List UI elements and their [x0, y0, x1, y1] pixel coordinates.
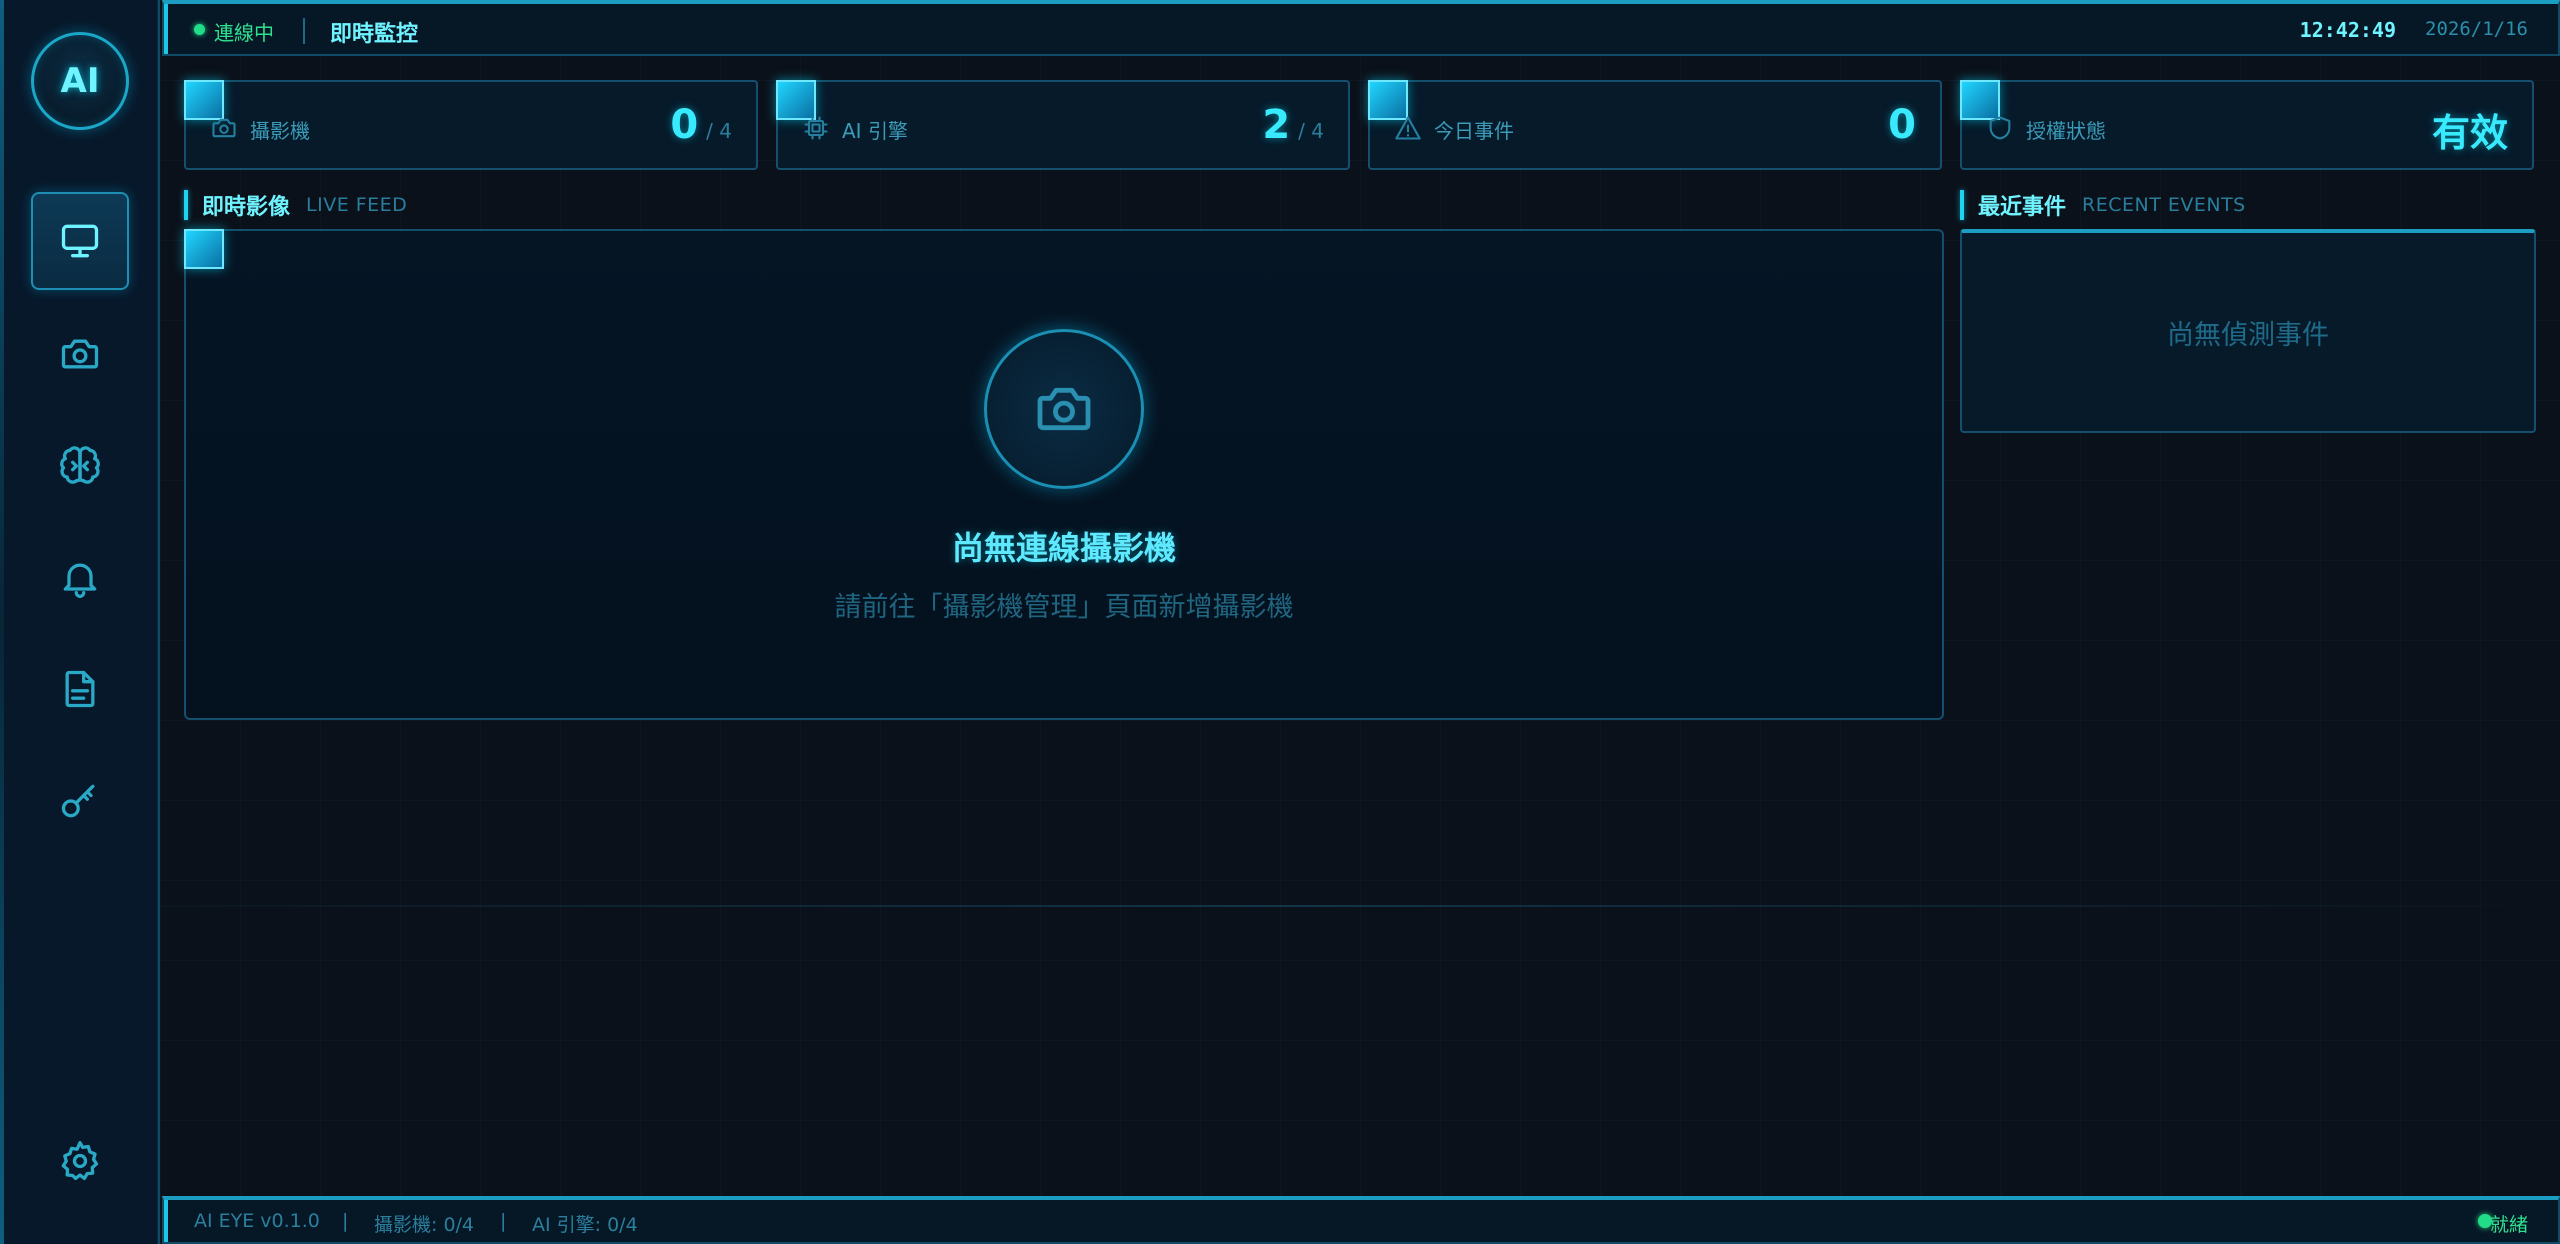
app-logo: AI — [31, 32, 129, 130]
panel-corner-accent — [184, 229, 224, 269]
stat-card-today-events: 今日事件 0 — [1368, 80, 1942, 170]
stat-value-group: 有效 — [2432, 102, 2508, 157]
sidebar-item-monitor[interactable] — [31, 192, 129, 290]
section-accent-bar — [1960, 190, 1964, 220]
status-bar: AI EYE v0.1.0 | 攝影機: 0/4 | AI 引擎: 0/4 就緒 — [162, 1196, 2560, 1244]
stat-label: 授權狀態 — [2026, 119, 2106, 143]
live-feed-panel: 尚無連線攝影機 請前往「攝影機管理」頁面新增攝影機 — [184, 229, 1944, 720]
app-version: AI EYE v0.1.0 — [194, 1210, 320, 1232]
stat-card-cameras: 攝影機 0 / 4 — [184, 80, 758, 170]
footer-separator: | — [342, 1210, 349, 1232]
empty-feed-hint: 請前往「攝影機管理」頁面新增攝影機 — [834, 592, 1294, 623]
stat-card-license: 授權狀態 有效 — [1960, 80, 2534, 170]
stat-label: AI 引擎 — [842, 119, 908, 143]
warning-icon — [1395, 116, 1421, 140]
topbar-separator — [303, 18, 305, 44]
card-icon — [210, 114, 238, 142]
stat-total: / 4 — [706, 119, 732, 143]
footer-camera-count: 攝影機: 0/4 — [374, 1214, 475, 1236]
background-divider-line — [0, 905, 2560, 907]
stat-value: 0 — [1888, 102, 1916, 148]
stat-value: 0 — [670, 102, 699, 148]
stat-value-group: 0 — [1888, 102, 1916, 148]
stat-label: 今日事件 — [1434, 119, 1514, 143]
empty-feed-title: 尚無連線攝影機 — [951, 529, 1176, 567]
stat-value-group: 2 / 4 — [1262, 102, 1324, 148]
section-subtitle: LIVE FEED — [306, 194, 408, 216]
clock-time: 12:42:49 — [2299, 18, 2396, 42]
sidebar-item-alerts[interactable] — [31, 529, 129, 627]
footer-ai-engine-count: AI 引擎: 0/4 — [532, 1214, 638, 1236]
section-subtitle: RECENT EVENTS — [2082, 194, 2246, 216]
page-title: 即時監控 — [330, 22, 419, 47]
stat-value: 2 — [1262, 102, 1291, 148]
clock-date: 2026/1/16 — [2425, 18, 2528, 40]
card-icon — [802, 114, 830, 142]
top-bar: 連線中 即時監控 12:42:49 2026/1/16 — [162, 0, 2560, 56]
camera-icon — [212, 118, 236, 138]
gear-icon — [61, 1141, 99, 1181]
live-feed-header: 即時影像 LIVE FEED — [184, 190, 407, 220]
empty-events-text: 尚無偵測事件 — [2167, 320, 2329, 351]
empty-camera-placeholder — [984, 329, 1144, 489]
bell-icon — [63, 563, 97, 598]
sidebar-item-ai-engine[interactable] — [31, 417, 129, 515]
card-icon — [1394, 114, 1422, 142]
stat-card-ai-engines: AI 引擎 2 / 4 — [776, 80, 1350, 170]
connection-status-dot — [194, 24, 205, 35]
footer-separator: | — [500, 1210, 507, 1232]
card-icon — [1986, 114, 2014, 142]
license-status-value: 有效 — [2431, 111, 2508, 155]
sidebar-item-camera[interactable] — [31, 305, 129, 403]
document-icon — [65, 670, 95, 708]
stat-total: / 4 — [1298, 119, 1324, 143]
section-accent-bar — [184, 190, 188, 220]
brain-icon — [60, 446, 100, 484]
ready-status-text: 就緒 — [2489, 1214, 2528, 1236]
sidebar: AI — [0, 0, 160, 1244]
sidebar-item-settings[interactable] — [31, 1112, 129, 1210]
shield-icon — [1989, 116, 2011, 140]
connection-status-text: 連線中 — [214, 21, 274, 45]
chip-icon — [804, 116, 828, 140]
monitor-icon — [61, 224, 99, 258]
key-icon — [61, 784, 95, 818]
logo-text: AI — [60, 61, 100, 101]
sidebar-item-license[interactable] — [31, 752, 129, 850]
stat-label: 攝影機 — [250, 119, 310, 143]
section-title: 最近事件 — [1978, 195, 2067, 220]
camera-icon — [61, 339, 99, 369]
sidebar-item-logs[interactable] — [31, 640, 129, 738]
recent-events-panel: 尚無偵測事件 — [1960, 229, 2536, 433]
recent-events-header: 最近事件 RECENT EVENTS — [1960, 190, 2246, 220]
camera-icon — [1037, 387, 1091, 431]
stat-value-group: 0 / 4 — [670, 102, 732, 148]
section-title: 即時影像 — [202, 195, 291, 220]
